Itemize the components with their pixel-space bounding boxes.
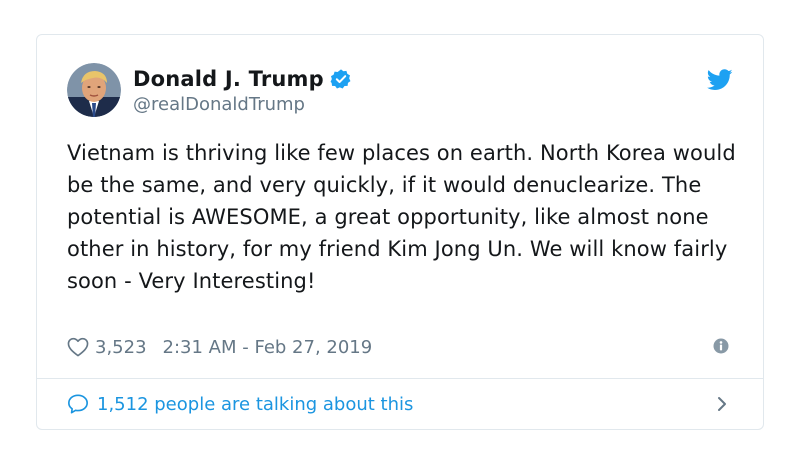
tweet-text: Vietnam is thriving like few places on e… bbox=[67, 141, 736, 293]
author-handle[interactable]: @realDonaldTrump bbox=[133, 94, 352, 115]
tweet-card[interactable]: Donald J. Trump @realDonaldTrump Vietnam… bbox=[36, 34, 764, 430]
heart-icon[interactable] bbox=[67, 337, 89, 357]
conversation-link[interactable]: 1,512 people are talking about this bbox=[67, 387, 733, 421]
chevron-right-icon[interactable] bbox=[715, 395, 729, 413]
avatar[interactable] bbox=[67, 63, 121, 117]
divider bbox=[37, 378, 763, 379]
info-icon[interactable] bbox=[713, 338, 729, 354]
twitter-bird-icon[interactable] bbox=[706, 69, 733, 91]
author-block[interactable]: Donald J. Trump @realDonaldTrump bbox=[133, 65, 352, 115]
tweet-timestamp[interactable]: 2:31 AM - Feb 27, 2019 bbox=[163, 337, 373, 358]
speech-bubble-icon bbox=[67, 393, 89, 415]
like-count[interactable]: 3,523 bbox=[95, 337, 147, 358]
author-name[interactable]: Donald J. Trump bbox=[133, 67, 324, 91]
verified-badge-icon bbox=[330, 68, 352, 90]
conversation-label[interactable]: 1,512 people are talking about this bbox=[97, 394, 413, 415]
author-name-row: Donald J. Trump bbox=[133, 65, 352, 93]
tweet-meta: 3,523 2:31 AM - Feb 27, 2019 bbox=[67, 333, 733, 361]
tweet-header: Donald J. Trump @realDonaldTrump bbox=[67, 63, 733, 119]
